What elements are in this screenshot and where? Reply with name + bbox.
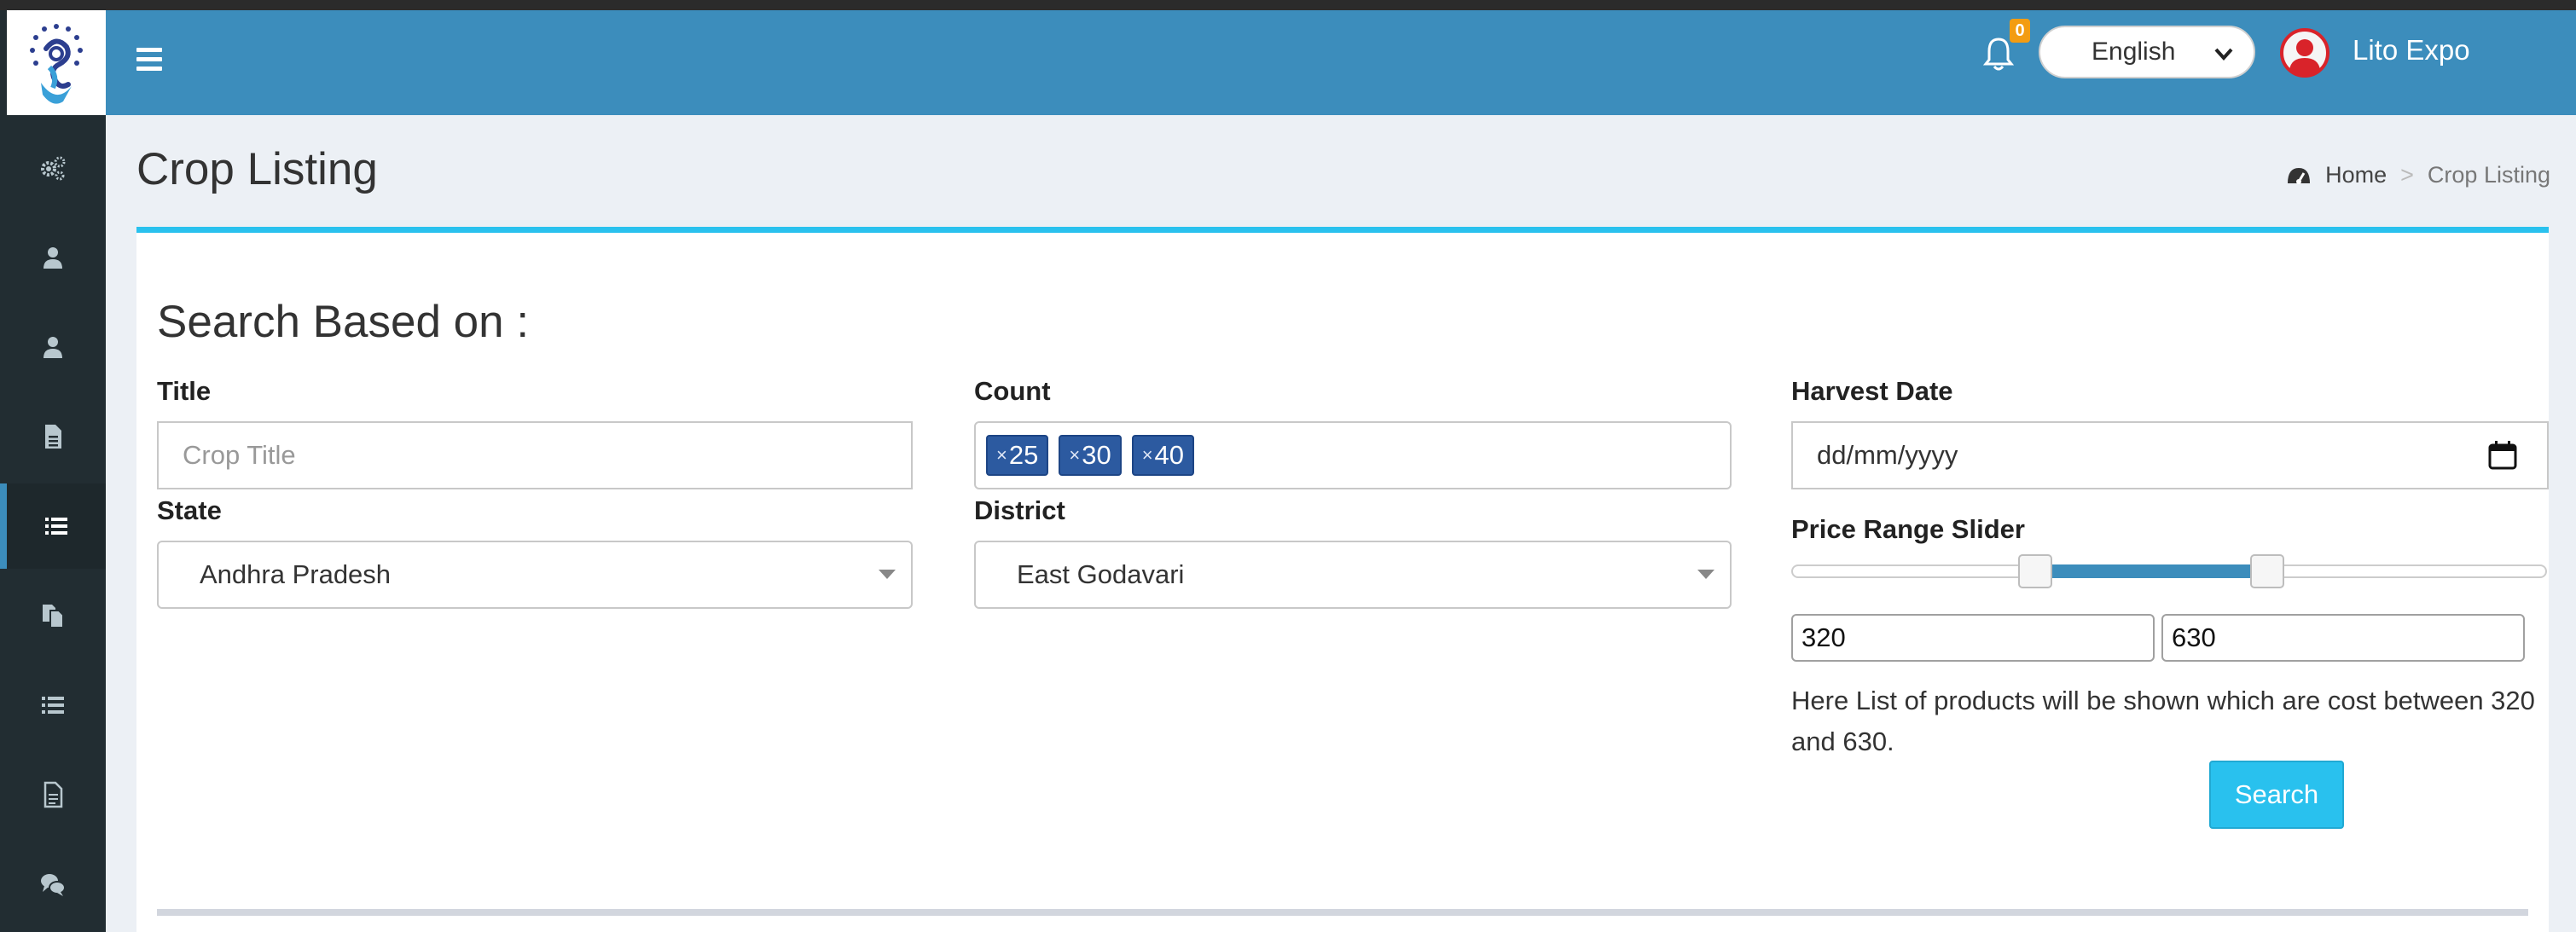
sidebar-item-list[interactable] xyxy=(0,663,106,748)
sidebar-toggle-button[interactable] xyxy=(136,48,162,77)
dashboard-icon xyxy=(2288,167,2311,184)
title-label: Title xyxy=(157,376,212,406)
count-chip-label: 40 xyxy=(1154,440,1185,470)
file-text-icon xyxy=(44,781,63,808)
search-panel: Search Based on : Title Crop Title State… xyxy=(136,227,2549,932)
search-button[interactable]: Search xyxy=(2209,761,2344,829)
count-multiselect[interactable]: × 25 × 30 × 40 xyxy=(974,421,1732,489)
remove-chip-icon[interactable]: × xyxy=(1069,444,1080,466)
breadcrumb-separator: > xyxy=(2400,162,2414,188)
count-chip[interactable]: × 40 xyxy=(1131,435,1195,476)
notification-badge: 0 xyxy=(2010,19,2030,43)
district-select-value: East Godavari xyxy=(1017,559,1185,589)
state-select[interactable]: Andhra Pradesh xyxy=(157,541,913,609)
harvest-date-placeholder: dd/mm/yyyy xyxy=(1817,440,1958,470)
window-top-strip xyxy=(0,0,2576,10)
price-max-input[interactable]: 630 xyxy=(2161,614,2525,662)
search-heading: Search Based on : xyxy=(157,297,530,347)
list-icon xyxy=(42,697,64,714)
count-chip[interactable]: × 30 xyxy=(1059,435,1122,476)
price-slider-max-handle[interactable] xyxy=(2250,554,2284,588)
harvest-date-input[interactable]: dd/mm/yyyy xyxy=(1791,421,2549,489)
caret-down-icon xyxy=(879,570,896,579)
count-chip-label: 25 xyxy=(1008,440,1039,470)
sidebar-item-copy[interactable] xyxy=(0,573,106,658)
price-range-label: Price Range Slider xyxy=(1791,514,2025,544)
price-max-value: 630 xyxy=(2172,622,2216,652)
state-label: State xyxy=(157,495,222,525)
crop-title-input[interactable]: Crop Title xyxy=(157,421,913,489)
list-icon xyxy=(45,518,67,535)
harvest-date-label: Harvest Date xyxy=(1791,376,1953,406)
crop-title-placeholder: Crop Title xyxy=(183,440,296,470)
page-title: Crop Listing xyxy=(136,144,378,194)
user-icon xyxy=(44,337,62,358)
calendar-icon[interactable] xyxy=(2487,440,2518,471)
copy-icon xyxy=(43,605,64,628)
user-name[interactable]: Lito Expo xyxy=(2353,34,2470,67)
breadcrumb-current: Crop Listing xyxy=(2427,162,2550,188)
sidebar-item-chat[interactable] xyxy=(0,842,106,927)
count-label: Count xyxy=(974,376,1051,406)
price-min-value: 320 xyxy=(1801,622,1846,652)
price-min-input[interactable]: 320 xyxy=(1791,614,2155,662)
language-select-value: English xyxy=(2092,38,2176,66)
breadcrumb: Home > Crop Listing xyxy=(2286,162,2550,188)
price-slider-min-handle[interactable] xyxy=(2018,554,2052,588)
sidebar xyxy=(0,10,106,932)
remove-chip-icon[interactable]: × xyxy=(996,444,1007,466)
document-icon xyxy=(45,425,61,449)
sidebar-item-settings[interactable] xyxy=(0,125,106,211)
sidebar-item-documents[interactable] xyxy=(0,394,106,479)
count-chip-label: 30 xyxy=(1082,440,1111,470)
state-select-value: Andhra Pradesh xyxy=(200,559,392,589)
language-select[interactable]: English xyxy=(2039,26,2255,78)
gears-icon xyxy=(41,156,66,181)
sidebar-item-crop-listing[interactable] xyxy=(0,483,106,569)
chevron-down-icon xyxy=(2214,48,2233,61)
chat-icon xyxy=(41,874,66,896)
remove-chip-icon[interactable]: × xyxy=(1142,444,1153,466)
sidebar-item-user-2[interactable] xyxy=(0,304,106,390)
count-chip[interactable]: × 25 xyxy=(986,435,1049,476)
section-divider xyxy=(157,909,2528,916)
user-avatar-icon[interactable] xyxy=(2279,27,2330,78)
price-range-description: Here List of products will be shown whic… xyxy=(1791,686,2535,756)
caret-down-icon xyxy=(1697,570,1714,579)
user-icon xyxy=(44,247,62,269)
district-select[interactable]: East Godavari xyxy=(974,541,1732,609)
breadcrumb-home-link[interactable]: Home xyxy=(2325,162,2387,188)
sidebar-item-reports[interactable] xyxy=(0,752,106,837)
district-label: District xyxy=(974,495,1065,525)
app-logo[interactable] xyxy=(7,10,106,115)
sidebar-item-user-1[interactable] xyxy=(0,215,106,300)
price-range-selection xyxy=(2035,564,2267,578)
